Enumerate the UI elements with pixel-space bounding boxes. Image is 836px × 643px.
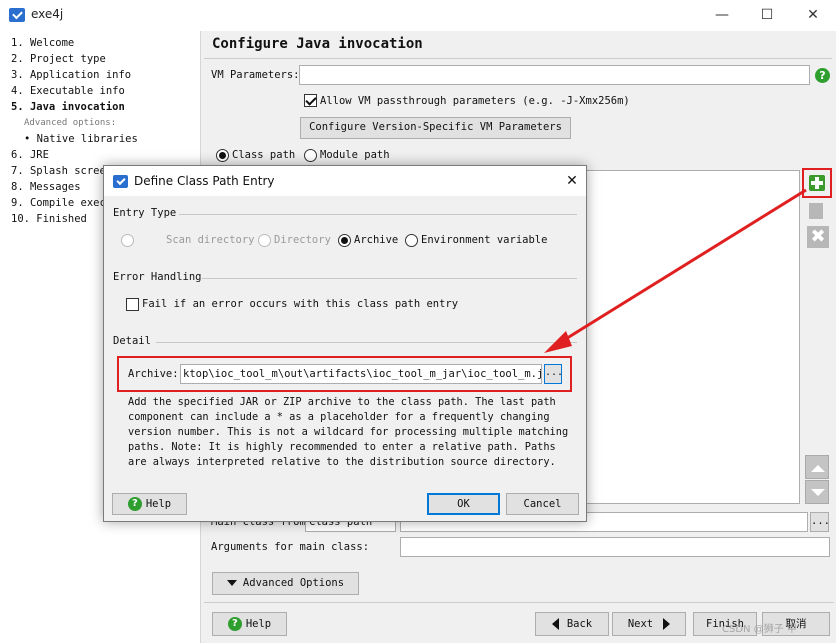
- arguments-label: Arguments for main class:: [211, 541, 370, 553]
- vm-parameters-label: VM Parameters:: [211, 69, 300, 81]
- move-up-icon[interactable]: [805, 455, 829, 479]
- detail-divider: [156, 342, 577, 343]
- fail-on-error-checkbox[interactable]: [126, 298, 139, 311]
- help-icon[interactable]: ?: [815, 68, 830, 83]
- help-button[interactable]: ? Help: [212, 612, 287, 636]
- detail-heading: Detail: [113, 335, 151, 347]
- title-divider: [204, 58, 832, 59]
- app-icon: [9, 8, 25, 22]
- error-handling-divider: [202, 278, 577, 279]
- scan-directory-label: Scan directory: [166, 234, 255, 246]
- description-line: Add the specified JAR or ZIP archive to …: [128, 396, 556, 408]
- environment-variable-radio[interactable]: [405, 234, 418, 247]
- class-path-radio[interactable]: [216, 149, 229, 162]
- allow-passthrough-checkbox[interactable]: [304, 94, 317, 107]
- window-titlebar: exe4j — ☐ ✕: [0, 0, 836, 31]
- back-arrow-icon: [551, 618, 559, 630]
- sidebar-item-project-type[interactable]: 2. Project type: [11, 53, 106, 65]
- directory-label: Directory: [274, 234, 331, 246]
- archive-path-input[interactable]: ktop\ioc_tool_m\out\artifacts\ioc_tool_m…: [180, 364, 542, 384]
- window-title: exe4j: [31, 7, 64, 21]
- close-button[interactable]: ✕: [790, 0, 836, 31]
- description-line: version number. This is not a wildcard f…: [128, 426, 569, 438]
- delete-icon[interactable]: ✖: [805, 225, 829, 249]
- dialog-title: Define Class Path Entry: [134, 174, 275, 188]
- scan-directory-radio[interactable]: [121, 234, 134, 247]
- configure-vm-parameters-button[interactable]: Configure Version-Specific VM Parameters: [300, 117, 571, 139]
- sidebar-item-native-libraries[interactable]: • Native libraries: [24, 133, 138, 145]
- sidebar-item-jre[interactable]: 6. JRE: [11, 149, 49, 161]
- sidebar-item-finished[interactable]: 10. Finished: [11, 213, 87, 225]
- help-button-label: Help: [245, 618, 272, 630]
- dialog-cancel-button[interactable]: Cancel: [506, 493, 579, 515]
- environment-variable-label: Environment variable: [421, 234, 548, 246]
- entry-type-divider: [179, 214, 577, 215]
- back-button-label: Back: [566, 618, 593, 630]
- next-button-label: Next: [627, 618, 654, 630]
- define-class-path-dialog: Define Class Path Entry ✕ Entry Type Sca…: [103, 165, 587, 522]
- move-down-icon[interactable]: [805, 480, 829, 504]
- maximize-button[interactable]: ☐: [744, 0, 790, 31]
- sidebar-item-welcome[interactable]: 1. Welcome: [11, 37, 74, 49]
- edit-icon[interactable]: [805, 199, 829, 223]
- sidebar-item-splash-screen[interactable]: 7. Splash scree: [11, 165, 106, 177]
- archive-type-label: Archive: [354, 234, 399, 246]
- back-button[interactable]: Back: [535, 612, 609, 636]
- dialog-app-icon: [113, 175, 128, 188]
- archive-browse-button[interactable]: ...: [544, 364, 563, 384]
- dialog-titlebar: Define Class Path Entry ✕: [104, 166, 586, 196]
- sidebar-advanced-options-label: Advanced options:: [24, 118, 117, 128]
- archive-field-label: Archive:: [128, 368, 179, 380]
- advanced-options-button[interactable]: Advanced Options: [212, 572, 359, 595]
- archive-radio[interactable]: [338, 234, 351, 247]
- help-icon: ?: [227, 617, 242, 631]
- next-button[interactable]: Next: [612, 612, 686, 636]
- arguments-input[interactable]: [400, 537, 830, 557]
- sidebar-item-compile-executable[interactable]: 9. Compile exec: [11, 197, 106, 209]
- page-title: Configure Java invocation: [212, 36, 423, 52]
- dropdown-triangle-icon: [226, 580, 237, 586]
- archive-description: Add the specified JAR or ZIP archive to …: [128, 395, 568, 470]
- description-line: component can include a * as a placehold…: [128, 411, 550, 423]
- main-class-browse-button[interactable]: ...: [810, 512, 830, 532]
- add-entry-button-highlight[interactable]: [802, 168, 832, 198]
- entry-type-heading: Entry Type: [113, 207, 177, 219]
- sidebar-item-java-invocation[interactable]: 5. Java invocation: [11, 101, 125, 113]
- sidebar-item-application-info[interactable]: 3. Application info: [11, 69, 131, 81]
- module-path-label: Module path: [320, 149, 390, 161]
- add-icon: [809, 175, 825, 191]
- advanced-options-label: Advanced Options: [242, 577, 345, 589]
- fail-on-error-label: Fail if an error occurs with this class …: [142, 298, 459, 310]
- directory-radio[interactable]: [258, 234, 271, 247]
- dialog-ok-button[interactable]: OK: [427, 493, 500, 515]
- help-icon: ?: [127, 497, 142, 511]
- vm-parameters-input[interactable]: [299, 65, 810, 85]
- csdn-watermark: CSDN @狮子 甲: [722, 624, 797, 635]
- description-line: are always interpreted relative to the d…: [128, 456, 556, 468]
- dialog-help-button[interactable]: ? Help: [112, 493, 187, 515]
- module-path-radio[interactable]: [304, 149, 317, 162]
- dialog-help-label: Help: [145, 498, 172, 510]
- next-arrow-icon: [663, 618, 671, 630]
- footer-divider: [204, 602, 834, 603]
- error-handling-heading: Error Handling: [113, 271, 202, 283]
- minimize-button[interactable]: —: [699, 0, 745, 31]
- dialog-close-button[interactable]: ✕: [560, 170, 584, 192]
- allow-passthrough-label: Allow VM passthrough parameters (e.g. -J…: [320, 95, 630, 107]
- sidebar-item-messages[interactable]: 8. Messages: [11, 181, 81, 193]
- class-path-label: Class path: [232, 149, 296, 161]
- sidebar-item-executable-info[interactable]: 4. Executable info: [11, 85, 125, 97]
- description-line: paths. Note: It is highly recommended to…: [128, 441, 556, 453]
